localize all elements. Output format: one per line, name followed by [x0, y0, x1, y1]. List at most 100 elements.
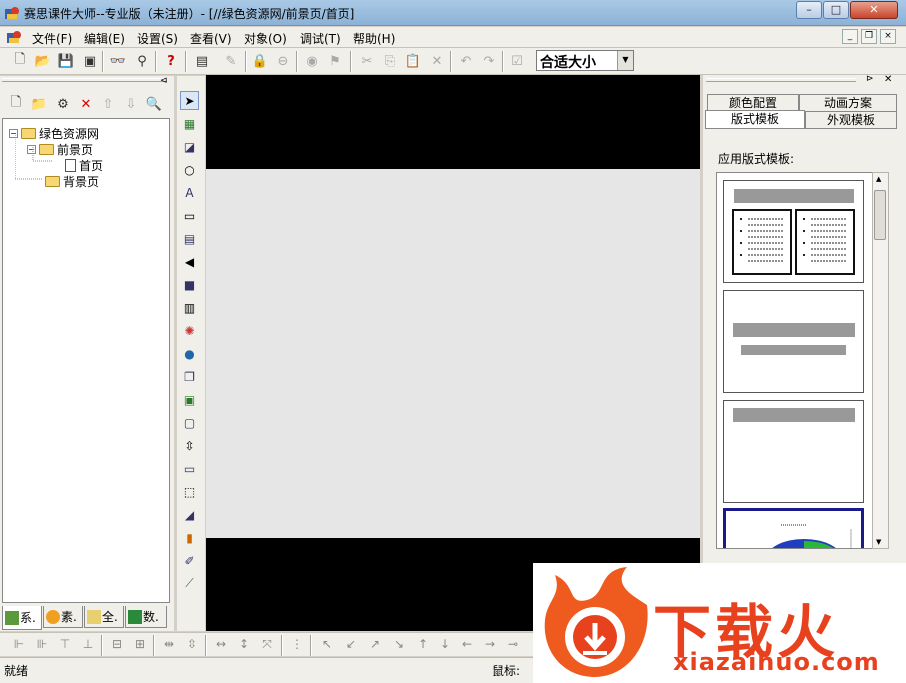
mdi-minimize-icon[interactable]: _ — [842, 29, 858, 44]
arrow-right-icon[interactable]: → — [481, 637, 499, 654]
arrow-ne-icon[interactable]: ↗ — [366, 637, 384, 654]
page-stage[interactable] — [206, 169, 700, 538]
pen-icon[interactable]: ✐ — [180, 551, 199, 570]
menu-debug[interactable]: 调试(T) — [300, 30, 341, 47]
distribute-h-icon[interactable]: ⇹ — [160, 637, 178, 654]
template-chart[interactable] — [723, 508, 864, 548]
new-file-icon[interactable]: 🗋 — [10, 51, 30, 71]
same-size-icon[interactable]: ⤧ — [258, 637, 276, 654]
panel-grip[interactable] — [2, 78, 167, 82]
maximize-button[interactable]: □ — [823, 1, 849, 19]
tab-color-scheme[interactable]: 颜色配置 — [707, 94, 799, 111]
tab-data[interactable]: 数. — [125, 606, 167, 628]
text-icon[interactable]: A — [180, 183, 199, 202]
undo-icon[interactable]: ↶ — [456, 51, 476, 71]
menu-edit[interactable]: 编辑(E) — [84, 30, 125, 47]
menu-object[interactable]: 对象(O) — [244, 30, 287, 47]
template-title-only[interactable] — [723, 400, 864, 503]
arrow-left-icon[interactable]: ← — [458, 637, 476, 654]
panel-grip[interactable] — [706, 78, 856, 82]
align-top-icon[interactable]: ⊤ — [56, 637, 74, 654]
panel-pin-icon[interactable]: ⊳ — [866, 74, 874, 84]
template-two-column[interactable] — [723, 180, 864, 283]
new-page-icon[interactable]: 🗋 — [6, 94, 26, 114]
textbox-icon[interactable]: ▤ — [180, 229, 199, 248]
table-icon[interactable]: ▣ — [180, 390, 199, 409]
delete-node-icon[interactable]: ✕ — [76, 94, 96, 114]
tab-system[interactable]: 系. — [2, 606, 42, 630]
grid-icon[interactable]: ⋮ — [288, 637, 306, 654]
distribute-v-icon[interactable]: ⇳ — [183, 637, 201, 654]
scroll-down-icon[interactable]: ▼ — [876, 538, 881, 546]
align-left-icon[interactable]: ⊩ — [10, 637, 28, 654]
connector-icon[interactable]: ⊸ — [504, 637, 522, 654]
flag-icon[interactable]: ⚑ — [325, 51, 345, 71]
web-icon[interactable]: ● — [180, 344, 199, 363]
scroll-icon[interactable]: ⇳ — [180, 436, 199, 455]
sound-icon[interactable]: ◀ — [180, 252, 199, 271]
button-icon[interactable]: ▭ — [180, 459, 199, 478]
search-icon[interactable]: 🔍 — [144, 94, 164, 114]
new-folder-icon[interactable]: 📁 — [29, 94, 49, 114]
delete-icon[interactable]: ✕ — [427, 51, 447, 71]
tab-layout-template[interactable]: 版式模板 — [705, 110, 805, 128]
preview-icon[interactable]: ▣ — [80, 51, 100, 71]
image-icon[interactable]: ▦ — [180, 114, 199, 133]
window-icon[interactable]: ❐ — [180, 367, 199, 386]
zoom-select[interactable]: 合适大小 ▼ — [536, 50, 634, 71]
panel-close-icon[interactable]: ✕ — [884, 74, 892, 85]
menu-view[interactable]: 查看(V) — [190, 30, 232, 47]
draw-icon[interactable]: ◪ — [180, 137, 199, 156]
align-bottom-icon[interactable]: ⊥ — [79, 637, 97, 654]
same-height-icon[interactable]: ↕ — [235, 637, 253, 654]
mdi-restore-icon[interactable]: ❐ — [861, 29, 877, 44]
chevron-down-icon[interactable]: ▼ — [617, 51, 633, 70]
paste-icon[interactable]: 📋 — [403, 51, 423, 71]
frame-icon[interactable]: ▢ — [180, 413, 199, 432]
tab-appearance-template[interactable]: 外观模板 — [805, 111, 897, 128]
area-icon[interactable]: ⬚ — [180, 482, 199, 501]
arrow-up-icon[interactable]: ↑ — [414, 637, 432, 654]
template-title[interactable] — [723, 290, 864, 393]
redo-icon[interactable]: ↷ — [479, 51, 499, 71]
check-icon[interactable]: ☑ — [507, 51, 527, 71]
menu-file[interactable]: 文件(F) — [32, 30, 72, 47]
video-icon[interactable]: ■ — [180, 275, 199, 294]
scroll-up-icon[interactable]: ▲ — [876, 175, 881, 183]
binoculars-icon[interactable]: 👓 — [108, 51, 128, 71]
minimize-button[interactable]: – — [796, 1, 822, 19]
arrow-sw-icon[interactable]: ↙ — [342, 637, 360, 654]
flash-icon[interactable]: ✺ — [180, 321, 199, 340]
center-horizontal-icon[interactable]: ⊟ — [108, 637, 126, 654]
ellipse-icon[interactable]: ○ — [180, 160, 199, 179]
tab-global[interactable]: 全. — [84, 606, 124, 628]
rectangle-icon[interactable]: ▭ — [180, 206, 199, 225]
arrow-down-icon[interactable]: ↓ — [436, 637, 454, 654]
line-chart-icon[interactable]: ⟋ — [180, 574, 199, 593]
move-up-icon[interactable]: ⇧ — [98, 94, 118, 114]
align-center-icon[interactable]: ⊪ — [33, 637, 51, 654]
properties-icon[interactable]: ▤ — [192, 51, 212, 71]
menu-settings[interactable]: 设置(S) — [137, 30, 178, 47]
close-button[interactable]: ✕ — [850, 1, 898, 19]
replace-icon[interactable]: ⚲ — [132, 51, 152, 71]
lock-icon[interactable]: 🔒 — [250, 51, 270, 71]
center-vertical-icon[interactable]: ⊞ — [131, 637, 149, 654]
arrow-se-icon[interactable]: ↘ — [390, 637, 408, 654]
help-pointer-icon[interactable]: ? — [161, 51, 181, 71]
eye-icon[interactable]: ◉ — [302, 51, 322, 71]
tab-animation-scheme[interactable]: 动画方案 — [799, 94, 897, 111]
tab-material[interactable]: 素. — [43, 606, 83, 628]
bar-chart-icon[interactable]: ▮ — [180, 528, 199, 547]
document-icon[interactable] — [6, 29, 22, 45]
unlock-icon[interactable]: ⊖ — [273, 51, 293, 71]
cut-icon[interactable]: ✂ — [357, 51, 377, 71]
panel-pin-icon[interactable]: ⊲ — [160, 76, 168, 86]
arrow-nw-icon[interactable]: ↖ — [318, 637, 336, 654]
menu-help[interactable]: 帮助(H) — [353, 30, 395, 47]
edit-icon[interactable]: ✎ — [221, 51, 241, 71]
move-down-icon[interactable]: ⇩ — [121, 94, 141, 114]
open-folder-icon[interactable]: 📂 — [33, 51, 53, 71]
copy-icon[interactable]: ⎘ — [380, 51, 400, 71]
pointer-icon[interactable]: ➤ — [180, 91, 199, 110]
